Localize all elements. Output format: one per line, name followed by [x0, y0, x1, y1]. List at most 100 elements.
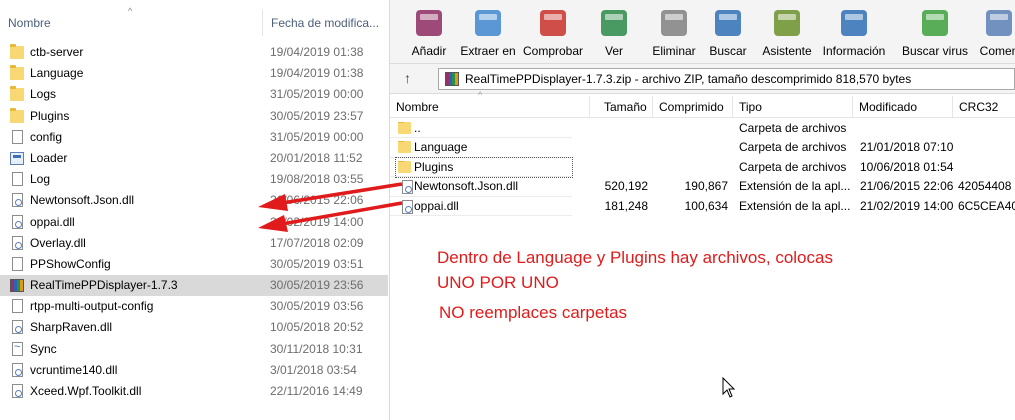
toolbar-button-1[interactable]: Extraer en — [460, 6, 516, 62]
table-row[interactable]: .. Carpeta de archivos — [390, 119, 1015, 139]
file-date: 31/05/2019 00:00 — [270, 129, 364, 144]
list-item[interactable]: SharpRaven.dll 10/05/2018 20:52 — [0, 317, 388, 338]
column-header-date[interactable]: Fecha de modifica... — [262, 10, 387, 36]
file-name: Overlay.dll — [30, 235, 86, 250]
entry-name: Newtonsoft.Json.dll — [414, 179, 519, 194]
entry-type: Carpeta de archivos — [739, 121, 847, 135]
explorer-file-list: ctb-server 19/04/2019 01:38 Language 19/04/… — [0, 42, 388, 402]
file-date: 21/06/2015 22:06 — [270, 193, 364, 208]
dll-icon — [12, 320, 23, 335]
list-item[interactable]: ctb-server 19/04/2019 01:38 — [0, 42, 388, 63]
file-name: Loader — [30, 150, 68, 165]
entry-packed: 190,867 — [684, 179, 728, 194]
file-date: 22/11/2016 14:49 — [270, 384, 363, 398]
file-name: Language — [30, 66, 84, 81]
folder-icon — [10, 44, 24, 59]
row-divider — [390, 214, 572, 216]
entry-name: oppai.dll — [414, 198, 459, 213]
info-icon — [836, 6, 872, 40]
toolbar-button-5[interactable]: Buscar — [707, 6, 749, 62]
list-item[interactable]: Language 19/04/2019 01:38 — [0, 63, 388, 84]
file-name: SharpRaven.dll — [30, 320, 113, 335]
up-arrow-icon[interactable]: ↑ — [404, 70, 411, 86]
file-name: PPShowConfig — [30, 256, 111, 271]
list-item[interactable]: RealTimePPDisplayer-1.7.3 30/05/2019 23:5… — [0, 275, 388, 297]
file-icon — [12, 256, 23, 271]
explorer-pane: ^ Nombre Fecha de modifica... ctb-server… — [0, 0, 390, 420]
toolbar-button-8[interactable]: Buscar virus — [902, 6, 968, 62]
column-header-packed[interactable]: Comprimido — [653, 96, 733, 118]
toolbar-button-9[interactable]: Comen — [977, 6, 1015, 62]
file-date: 30/05/2019 03:56 — [270, 299, 364, 314]
toolbar-label: Eliminar — [652, 44, 696, 58]
entry-type: Carpeta de archivos — [739, 140, 847, 155]
file-name: Newtonsoft.Json.dll — [30, 193, 135, 208]
column-header-size[interactable]: Tamaño — [598, 96, 653, 118]
list-item[interactable]: Log 19/08/2018 03:55 — [0, 169, 388, 190]
column-header-name[interactable]: Nombre — [0, 10, 262, 36]
file-name: Log — [30, 172, 51, 187]
toolbar-button-4[interactable]: Eliminar — [648, 6, 700, 62]
file-date: 31/05/2019 00:00 — [270, 87, 364, 102]
magnifier-icon — [710, 6, 746, 40]
list-item[interactable]: config 31/05/2019 00:00 — [0, 127, 388, 148]
toolbar-button-6[interactable]: Asistente — [760, 6, 814, 62]
column-header-type[interactable]: Tipo — [733, 96, 853, 118]
extract-folder-icon — [470, 6, 506, 40]
list-item[interactable]: Plugins 30/05/2019 23:57 — [0, 106, 388, 127]
column-header-name[interactable]: Nombre — [390, 96, 590, 118]
toolbar-button-3[interactable]: Ver — [595, 6, 633, 62]
list-item[interactable]: Sync 30/11/2018 10:31 — [0, 337, 388, 360]
toolbar-button-0[interactable]: Añadir — [408, 6, 450, 62]
entry-modified: 21/06/2015 22:06 — [860, 179, 954, 194]
toolbar-label: Buscar — [709, 44, 747, 58]
file-name: Logs — [30, 87, 57, 102]
table-row[interactable]: oppai.dll 181,248 100,634 Extensión de la a… — [390, 197, 1015, 216]
entry-crc: 42054408 — [958, 179, 1012, 194]
view-book-icon — [596, 6, 632, 40]
list-item[interactable]: PPShowConfig 30/05/2019 03:51 — [0, 254, 388, 275]
list-item[interactable]: Loader 20/01/2018 11:52 — [0, 148, 388, 169]
list-item[interactable]: Overlay.dll 17/07/2018 02:09 — [0, 233, 388, 254]
toolbar-button-7[interactable]: Información — [820, 6, 888, 62]
address-bar: ↑ RealTimePPDisplayer-1.7.3.zip - archiv… — [390, 64, 1015, 94]
explorer-header: ^ Nombre Fecha de modifica... — [0, 6, 390, 36]
entry-type: Extensión de la apl... — [739, 179, 851, 194]
table-row[interactable]: Plugins Carpeta de archivos 10/06/2018 01:… — [390, 156, 1015, 179]
entry-crc: 6C5CEA40 — [958, 198, 1015, 213]
folder-icon — [10, 86, 24, 102]
entry-type: Carpeta de archivos — [739, 159, 847, 174]
toolbar-label: Extraer en — [460, 44, 516, 58]
address-field[interactable]: RealTimePPDisplayer-1.7.3.zip - archivo … — [438, 68, 1015, 90]
list-item[interactable]: vcruntime140.dll 3/01/2018 03:54 — [0, 360, 388, 381]
column-header-crc[interactable]: CRC32 — [953, 96, 1015, 118]
toolbar-button-2[interactable]: Comprobar — [522, 6, 584, 62]
file-name: Xceed.Wpf.Toolkit.dll — [30, 384, 142, 398]
file-name: rtpp-multi-output-config — [30, 299, 154, 314]
list-item[interactable]: Xceed.Wpf.Toolkit.dll 22/11/2016 14:49 — [0, 381, 388, 402]
toolbar-label: Asistente — [762, 44, 812, 58]
file-name: ctb-server — [30, 45, 84, 59]
list-item[interactable]: oppai.dll 21/02/2019 14:00 — [0, 212, 388, 233]
folder-icon — [10, 107, 24, 123]
entry-type: Extensión de la apl... — [739, 198, 851, 213]
rar-archive-icon — [445, 72, 459, 86]
archive-path: RealTimePPDisplayer-1.7.3.zip - archivo … — [465, 72, 912, 86]
file-date: 19/04/2019 01:38 — [270, 66, 364, 81]
trash-icon — [656, 6, 692, 40]
list-item[interactable]: Newtonsoft.Json.dll 21/06/2015 22:06 — [0, 190, 388, 211]
file-date: 30/05/2019 03:51 — [270, 256, 364, 271]
file-icon — [12, 172, 23, 187]
table-row[interactable]: Newtonsoft.Json.dll 520,192 190,867 Extensi… — [390, 177, 1015, 197]
wizard-wand-icon — [769, 6, 805, 40]
table-row[interactable]: Language Carpeta de archivos 21/01/2018 07… — [390, 138, 1015, 158]
list-item[interactable]: rtpp-multi-output-config 30/05/2019 03:56 — [0, 296, 388, 317]
list-item[interactable]: Logs 31/05/2019 00:00 — [0, 84, 388, 105]
column-header-modified[interactable]: Modificado — [853, 96, 953, 118]
toolbar-label: Información — [822, 44, 886, 58]
dll-icon — [12, 214, 23, 229]
file-name: vcruntime140.dll — [30, 362, 118, 377]
dll-icon — [12, 193, 23, 208]
folder-icon — [10, 65, 24, 81]
annotation-line-1: Dentro de Language y Plugins hay archivo… — [437, 248, 833, 267]
